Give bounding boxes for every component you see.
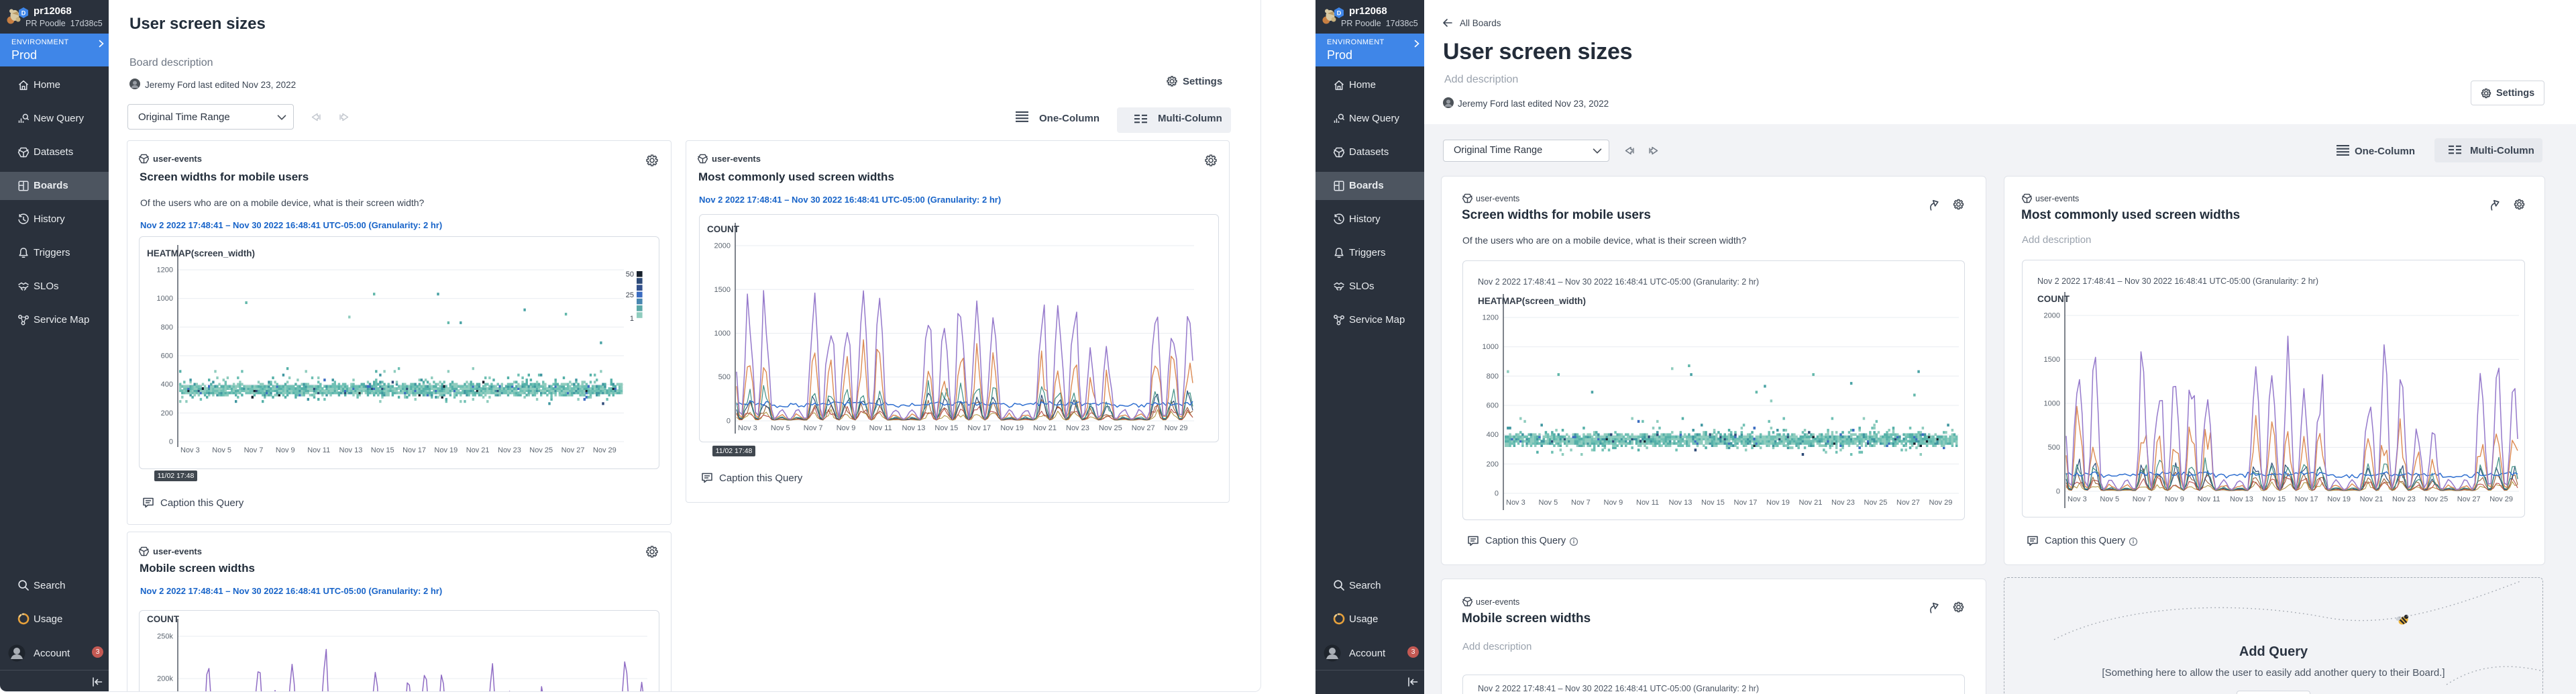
svg-text:Nov 27: Nov 27: [561, 446, 585, 454]
svg-text:Nov 3: Nov 3: [738, 424, 757, 432]
svg-text:0: 0: [727, 417, 731, 426]
svg-text:Nov 29: Nov 29: [1165, 424, 1188, 432]
svg-text:Nov 29: Nov 29: [1929, 499, 1953, 507]
svg-text:600: 600: [1487, 402, 1499, 410]
svg-text:Nov 25: Nov 25: [2424, 495, 2448, 503]
svg-text:Nov 3: Nov 3: [180, 446, 200, 454]
svg-text:Nov 7: Nov 7: [804, 424, 823, 432]
svg-text:Nov 5: Nov 5: [212, 446, 231, 454]
svg-text:800: 800: [1487, 373, 1499, 381]
svg-text:1200: 1200: [157, 266, 173, 275]
svg-text:2000: 2000: [714, 242, 731, 250]
svg-text:Nov 13: Nov 13: [902, 424, 926, 432]
svg-text:1000: 1000: [2044, 400, 2060, 408]
svg-text:Nov 9: Nov 9: [1604, 499, 1623, 507]
svg-text:Nov 17: Nov 17: [402, 446, 426, 454]
svg-text:Nov 7: Nov 7: [2133, 495, 2152, 503]
svg-text:Nov 25: Nov 25: [1864, 499, 1888, 507]
svg-text:Nov 9: Nov 9: [2165, 495, 2184, 503]
svg-text:0: 0: [169, 438, 173, 446]
svg-text:1000: 1000: [1483, 343, 1499, 351]
svg-text:Nov 27: Nov 27: [2457, 495, 2481, 503]
svg-text:D: D: [21, 10, 26, 17]
svg-text:Nov 17: Nov 17: [1734, 499, 1758, 507]
svg-text:Nov 15: Nov 15: [2262, 495, 2286, 503]
svg-text:Nov 7: Nov 7: [1571, 499, 1591, 507]
svg-text:Nov 3: Nov 3: [2068, 495, 2087, 503]
svg-text:Nov 19: Nov 19: [1766, 499, 1790, 507]
svg-text:Nov 23: Nov 23: [498, 446, 521, 454]
svg-text:Nov 27: Nov 27: [1896, 499, 1920, 507]
svg-text:Nov 11: Nov 11: [1636, 499, 1659, 507]
svg-text:Nov 9: Nov 9: [837, 424, 856, 432]
svg-text:Nov 5: Nov 5: [1539, 499, 1558, 507]
svg-text:25: 25: [626, 291, 634, 299]
svg-text:Nov 19: Nov 19: [1000, 424, 1024, 432]
svg-text:Nov 21: Nov 21: [466, 446, 490, 454]
svg-text:Nov 7: Nov 7: [244, 446, 264, 454]
svg-text:600: 600: [161, 352, 173, 360]
svg-text:400: 400: [161, 381, 173, 389]
svg-text:Nov 29: Nov 29: [2489, 495, 2513, 503]
svg-text:Nov 27: Nov 27: [1132, 424, 1155, 432]
svg-text:500: 500: [2048, 444, 2060, 452]
svg-text:D: D: [1337, 10, 1342, 17]
svg-text:2000: 2000: [2044, 312, 2060, 320]
svg-text:1200: 1200: [1483, 314, 1499, 322]
svg-text:Nov 19: Nov 19: [2327, 495, 2351, 503]
svg-text:1500: 1500: [714, 286, 731, 294]
svg-text:Nov 23: Nov 23: [1831, 499, 1855, 507]
svg-text:200: 200: [1487, 460, 1499, 468]
svg-text:Nov 5: Nov 5: [2100, 495, 2119, 503]
svg-text:Nov 23: Nov 23: [2392, 495, 2416, 503]
svg-text:Nov 5: Nov 5: [771, 424, 790, 432]
svg-text:1000: 1000: [714, 330, 731, 338]
svg-text:Nov 21: Nov 21: [1799, 499, 1823, 507]
svg-text:Nov 17: Nov 17: [967, 424, 991, 432]
svg-text:Nov 21: Nov 21: [2360, 495, 2383, 503]
svg-text:Nov 3: Nov 3: [1506, 499, 1525, 507]
svg-text:Nov 11: Nov 11: [869, 424, 892, 432]
svg-text:Nov 15: Nov 15: [371, 446, 394, 454]
svg-text:Nov 11: Nov 11: [2198, 495, 2220, 503]
svg-text:0: 0: [1495, 490, 1499, 498]
svg-text:Nov 13: Nov 13: [2230, 495, 2253, 503]
svg-text:Nov 23: Nov 23: [1066, 424, 1089, 432]
svg-text:Nov 25: Nov 25: [529, 446, 553, 454]
svg-text:Nov 15: Nov 15: [934, 424, 958, 432]
svg-text:Nov 11: Nov 11: [307, 446, 330, 454]
svg-text:800: 800: [161, 324, 173, 332]
svg-text:Nov 29: Nov 29: [593, 446, 616, 454]
svg-text:Nov 9: Nov 9: [276, 446, 295, 454]
svg-text:Nov 21: Nov 21: [1033, 424, 1057, 432]
svg-text:0: 0: [2056, 488, 2060, 496]
svg-text:200: 200: [161, 409, 173, 417]
svg-text:250k: 250k: [157, 633, 173, 641]
svg-text:Nov 13: Nov 13: [1669, 499, 1693, 507]
svg-text:Nov 25: Nov 25: [1099, 424, 1122, 432]
svg-text:Nov 13: Nov 13: [339, 446, 363, 454]
svg-text:50: 50: [626, 270, 634, 279]
svg-text:200k: 200k: [157, 675, 173, 683]
svg-text:1500: 1500: [2044, 356, 2060, 364]
svg-text:Nov 15: Nov 15: [1701, 499, 1725, 507]
svg-text:500: 500: [718, 373, 731, 381]
svg-text:Nov 19: Nov 19: [434, 446, 458, 454]
svg-text:1: 1: [630, 315, 634, 323]
svg-text:400: 400: [1487, 431, 1499, 439]
svg-text:1000: 1000: [157, 295, 173, 303]
svg-text:Nov 17: Nov 17: [2295, 495, 2318, 503]
